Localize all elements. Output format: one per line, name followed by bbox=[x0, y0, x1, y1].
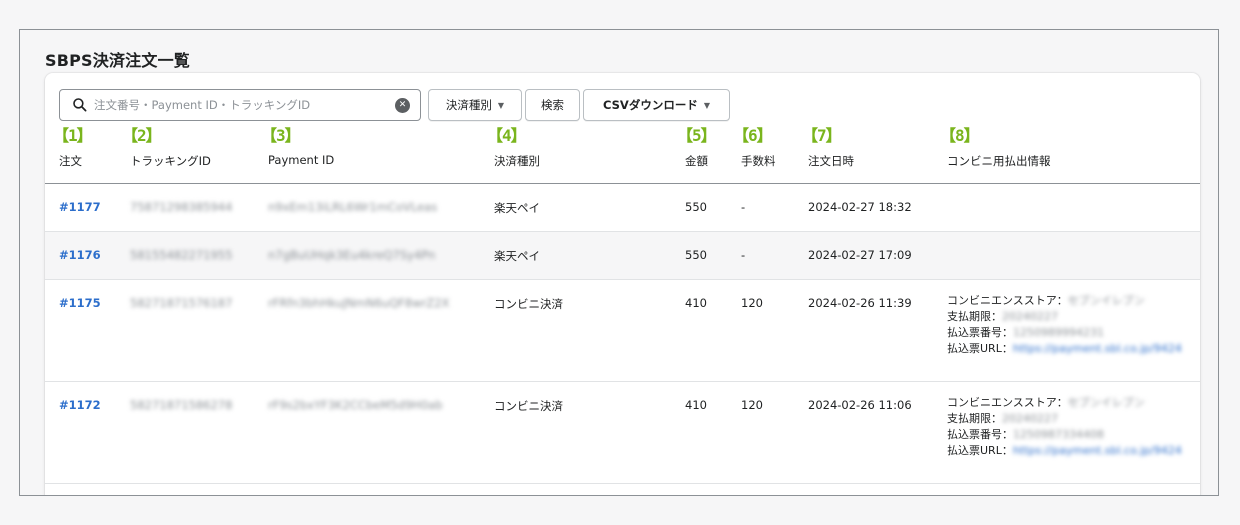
convenience-info: コンビニエンスストア：セブンイレブン 支払期限：20240227 払込票番号：1… bbox=[947, 395, 1182, 459]
search-field[interactable]: ✕ bbox=[59, 89, 421, 121]
column-number: 【7】 bbox=[802, 126, 842, 145]
slip-url-link[interactable]: https://payment.sbl.co.jp/9424 bbox=[1013, 444, 1182, 457]
column-header-tracking-id[interactable]: トラッキングID bbox=[130, 153, 211, 169]
column-number: 【8】 bbox=[940, 126, 980, 145]
amount: 550 bbox=[685, 200, 707, 214]
order-date: 2024-02-27 18:32 bbox=[808, 200, 912, 214]
search-button-label: 検索 bbox=[541, 98, 564, 112]
orders-card: ✕ 決済種別 ▼ 検索 CSVダウンロード ▼ 【1】 【2】 【3】 【4】 … bbox=[45, 73, 1200, 495]
column-header-order[interactable]: 注文 bbox=[59, 153, 82, 169]
slip-number-label: 払込票番号： bbox=[947, 326, 1013, 339]
fee: 120 bbox=[741, 296, 763, 310]
table-row[interactable]: #1172 58271871586278 rF9s2bxYF3K2CCbeM5d… bbox=[45, 382, 1200, 484]
csv-download-button[interactable]: CSVダウンロード ▼ bbox=[583, 89, 730, 121]
payment-type: 楽天ペイ bbox=[494, 249, 540, 263]
tracking-id: 58155482271955 bbox=[130, 248, 233, 262]
payment-type-filter-button[interactable]: 決済種別 ▼ bbox=[428, 89, 522, 121]
app-frame: SBPS決済注文一覧 ✕ 決済種別 ▼ 検索 CSVダウンロード ▼ 【1】 【… bbox=[19, 29, 1219, 496]
table-row[interactable]: #1177 75871298385944 n9xEm13iLRL6Wr1mCoV… bbox=[45, 184, 1200, 232]
page-title: SBPS決済注文一覧 bbox=[45, 51, 190, 70]
search-input[interactable] bbox=[94, 98, 384, 112]
slip-number-value: 1250989994231 bbox=[1013, 326, 1104, 339]
payment-type: コンビニ決済 bbox=[494, 399, 563, 413]
column-number: 【4】 bbox=[487, 126, 527, 145]
search-button[interactable]: 検索 bbox=[525, 89, 580, 121]
slip-url-label: 払込票URL： bbox=[947, 444, 1013, 457]
table-row[interactable]: #1176 58155482271955 n7gBuUHqk3Eu4kreQ7S… bbox=[45, 232, 1200, 280]
store-label: コンビニエンスストア： bbox=[947, 294, 1068, 307]
store-value: セブンイレブン bbox=[1067, 294, 1145, 307]
slip-url-link[interactable]: https://payment.sbl.co.jp/9424 bbox=[1013, 342, 1182, 355]
caret-down-icon: ▼ bbox=[703, 100, 710, 110]
order-link[interactable]: #1172 bbox=[59, 398, 101, 412]
column-number: 【5】 bbox=[677, 126, 717, 145]
column-header-order-date[interactable]: 注文日時 bbox=[808, 153, 854, 169]
order-date: 2024-02-26 11:06 bbox=[808, 398, 912, 412]
payment-id: n9xEm13iLRL6Wr1mCoVLeas bbox=[268, 200, 438, 214]
table-row[interactable]: #1175 58271871576187 rFRfn3bhHkuJNmN6uQF… bbox=[45, 280, 1200, 382]
amount: 410 bbox=[685, 296, 707, 310]
caret-down-icon: ▼ bbox=[497, 100, 505, 110]
column-number: 【3】 bbox=[261, 126, 301, 145]
column-number: 【2】 bbox=[122, 126, 162, 145]
search-icon bbox=[73, 98, 87, 112]
fee: - bbox=[741, 200, 746, 214]
payment-id: rFRfn3bhHkuJNmN6uQF8wrZ2X bbox=[268, 296, 450, 310]
payment-type-filter-label: 決済種別 bbox=[445, 98, 492, 112]
slip-number-value: 1250987334408 bbox=[1013, 428, 1104, 441]
fee: - bbox=[741, 248, 746, 262]
slip-number-label: 払込票番号： bbox=[947, 428, 1013, 441]
order-date: 2024-02-27 17:09 bbox=[808, 248, 912, 262]
slip-url-label: 払込票URL： bbox=[947, 342, 1013, 355]
column-header-convenience-info[interactable]: コンビニ用払出情報 bbox=[947, 153, 1051, 169]
column-header-payment-type[interactable]: 決済種別 bbox=[494, 153, 540, 169]
amount: 410 bbox=[685, 398, 707, 412]
payment-type: 楽天ペイ bbox=[494, 201, 540, 215]
column-number: 【1】 bbox=[53, 126, 93, 145]
csv-download-label: CSVダウンロード bbox=[603, 98, 698, 112]
order-date: 2024-02-26 11:39 bbox=[808, 296, 912, 310]
store-value: セブンイレブン bbox=[1067, 396, 1145, 409]
column-header-payment-id[interactable]: Payment ID bbox=[268, 153, 334, 167]
deadline-label: 支払期限： bbox=[947, 310, 1002, 323]
deadline-value: 20240227 bbox=[1002, 412, 1058, 425]
deadline-label: 支払期限： bbox=[947, 412, 1002, 425]
clear-icon[interactable]: ✕ bbox=[395, 98, 410, 113]
tracking-id: 58271871576187 bbox=[130, 296, 233, 310]
deadline-value: 20240227 bbox=[1002, 310, 1058, 323]
order-link[interactable]: #1175 bbox=[59, 296, 101, 310]
payment-type: コンビニ決済 bbox=[494, 297, 563, 311]
column-number: 【6】 bbox=[733, 126, 773, 145]
order-link[interactable]: #1176 bbox=[59, 248, 101, 262]
column-header-amount[interactable]: 金額 bbox=[685, 153, 708, 169]
store-label: コンビニエンスストア： bbox=[947, 396, 1068, 409]
payment-id: rF9s2bxYF3K2CCbeM5d9H0ab bbox=[268, 398, 443, 412]
fee: 120 bbox=[741, 398, 763, 412]
tracking-id: 58271871586278 bbox=[130, 398, 233, 412]
payment-id: n7gBuUHqk3Eu4kreQ7Sy4Pn bbox=[268, 248, 436, 262]
amount: 550 bbox=[685, 248, 707, 262]
column-header-fee[interactable]: 手数料 bbox=[741, 153, 776, 169]
convenience-info: コンビニエンスストア：セブンイレブン 支払期限：20240227 払込票番号：1… bbox=[947, 293, 1182, 357]
tracking-id: 75871298385944 bbox=[130, 200, 233, 214]
order-link[interactable]: #1177 bbox=[59, 200, 101, 214]
